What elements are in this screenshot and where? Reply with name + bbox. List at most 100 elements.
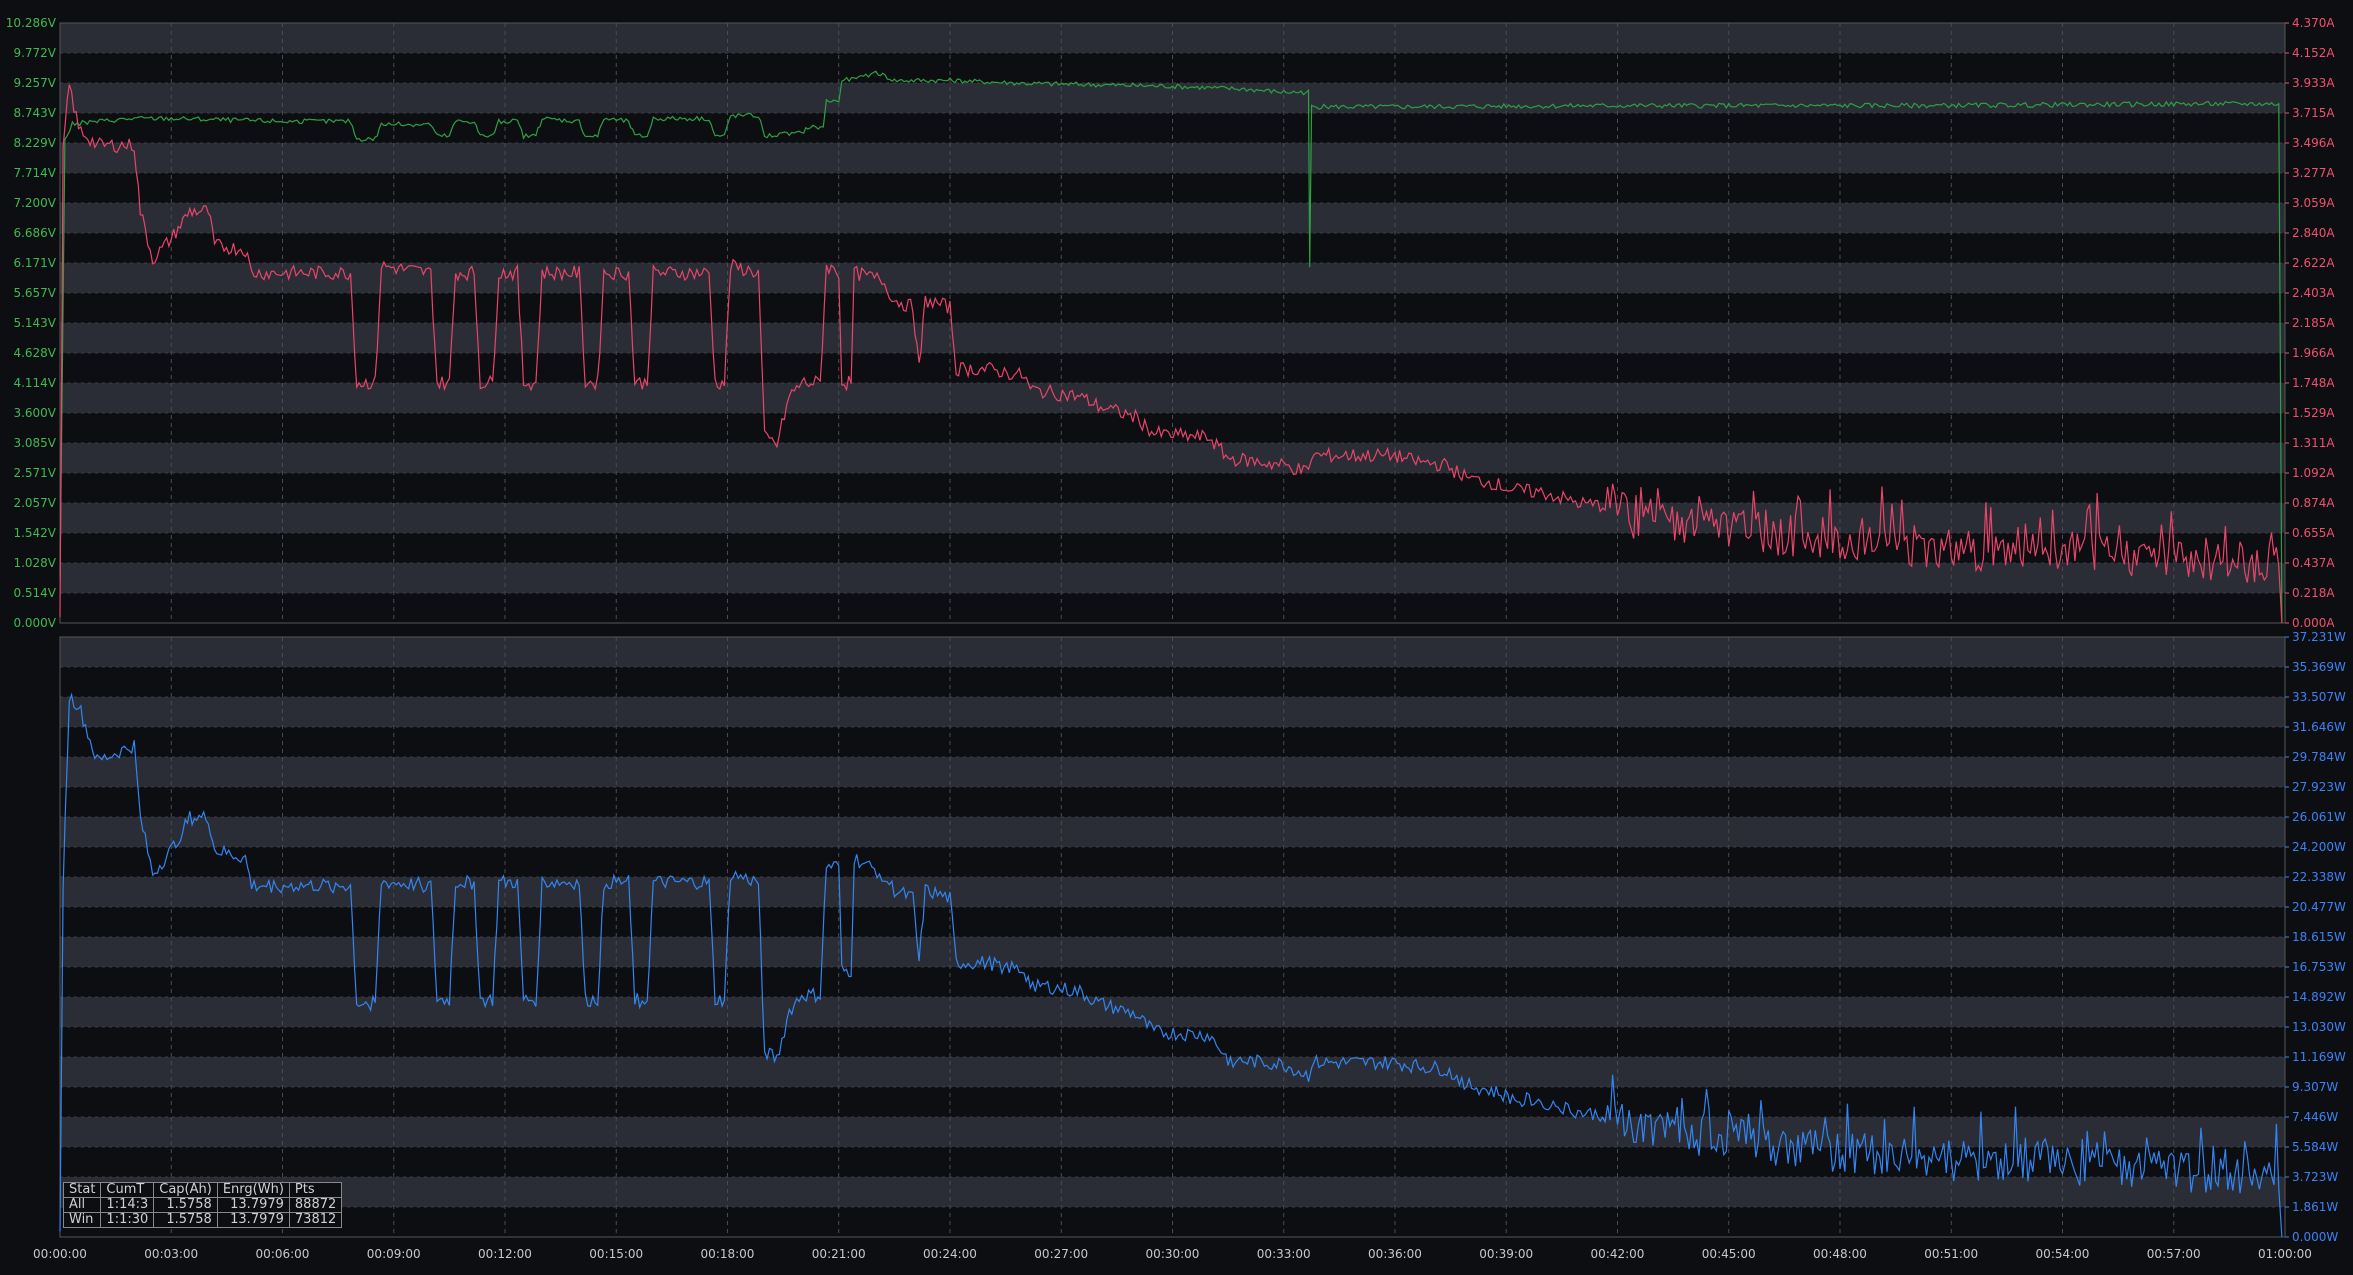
stats-cell: Win — [62, 1212, 102, 1228]
y-tick-label-left: 10.286V — [6, 16, 57, 30]
y-tick-label-right: 2.403A — [2292, 286, 2335, 300]
y-tick-label-left: 7.200V — [13, 196, 56, 210]
y-tick-label-left: 4.114V — [13, 376, 56, 390]
y-tick-label-right: 33.507W — [2292, 690, 2346, 704]
y-tick-label-right: 35.369W — [2292, 660, 2346, 674]
y-tick-label-right: 20.477W — [2292, 900, 2346, 914]
y-tick-label-left: 9.772V — [13, 46, 56, 60]
y-tick-label-right: 31.646W — [2292, 720, 2346, 734]
y-tick-label-right: 9.307W — [2292, 1080, 2338, 1094]
y-tick-label-right: 3.715A — [2292, 106, 2335, 120]
x-tick-label: 00:27:00 — [1034, 1247, 1088, 1261]
y-tick-label-left: 5.143V — [13, 316, 56, 330]
x-tick-label: 01:00:00 — [2258, 1247, 2312, 1261]
y-tick-label-right: 2.840A — [2292, 226, 2335, 240]
y-tick-label-left: 1.028V — [13, 556, 56, 570]
stats-row-all: All 1:14:3 1.5758 13.7979 88872 — [62, 1197, 343, 1213]
y-tick-label-right: 3.059A — [2292, 196, 2335, 210]
x-tick-label: 00:18:00 — [701, 1247, 755, 1261]
x-tick-label: 00:12:00 — [478, 1247, 532, 1261]
y-tick-label-left: 0.000V — [13, 616, 56, 630]
y-tick-label-left: 5.657V — [13, 286, 56, 300]
stats-cell: 13.7979 — [216, 1212, 290, 1228]
x-tick-label: 00:45:00 — [1702, 1247, 1756, 1261]
x-tick-label: 00:39:00 — [1479, 1247, 1533, 1261]
y-tick-label-right: 0.000W — [2292, 1230, 2338, 1244]
y-tick-label-left: 0.514V — [13, 586, 56, 600]
y-tick-label-right: 2.185A — [2292, 316, 2335, 330]
y-tick-label-right: 4.370A — [2292, 16, 2335, 30]
y-tick-label-right: 16.753W — [2292, 960, 2346, 974]
y-tick-label-right: 1.861W — [2292, 1200, 2338, 1214]
x-tick-label: 00:42:00 — [1591, 1247, 1645, 1261]
x-tick-label: 00:48:00 — [1813, 1247, 1867, 1261]
stats-cell: 1.5758 — [153, 1212, 218, 1228]
stats-cell: 1.5758 — [153, 1197, 218, 1213]
y-tick-label-right: 29.784W — [2292, 750, 2346, 764]
x-tick-label: 00:30:00 — [1146, 1247, 1200, 1261]
y-tick-label-left: 8.229V — [13, 136, 56, 150]
stats-cell: All — [62, 1197, 102, 1213]
y-tick-label-right: 4.152A — [2292, 46, 2335, 60]
y-tick-label-right: 26.061W — [2292, 810, 2346, 824]
y-tick-label-left: 6.686V — [13, 226, 56, 240]
y-tick-label-right: 37.231W — [2292, 630, 2346, 644]
y-tick-label-right: 3.933A — [2292, 76, 2335, 90]
y-tick-label-right: 1.529A — [2292, 406, 2335, 420]
y-tick-label-left: 8.743V — [13, 106, 56, 120]
stats-cell: 73812 — [288, 1212, 343, 1228]
y-tick-label-right: 24.200W — [2292, 840, 2346, 854]
stats-table: Stat CumT Cap(Ah) Enrg(Wh) Pts All 1:14:… — [62, 1182, 343, 1228]
y-tick-label-left: 7.714V — [13, 166, 56, 180]
y-tick-label-right: 0.874A — [2292, 496, 2335, 510]
y-tick-label-right: 3.277A — [2292, 166, 2335, 180]
stats-header-cell: Stat — [62, 1182, 102, 1198]
y-tick-label-right: 13.030W — [2292, 1020, 2346, 1034]
power-panel: 37.231W 35.369W 33.507W 31.646W 29.784W 27.92… — [59, 630, 2346, 1244]
y-tick-label-right: 7.446W — [2292, 1110, 2338, 1124]
y-tick-label-left: 3.085V — [13, 436, 56, 450]
x-tick-label: 00:06:00 — [256, 1247, 310, 1261]
y-tick-label-right: 3.496A — [2292, 136, 2335, 150]
stats-cell: 13.7979 — [216, 1197, 290, 1213]
chart-canvas: 10.286V 9.772V 9.257V 8.743V 8.229V 7.714V 7.2… — [6, 16, 2346, 1261]
power-monitor-chart: 10.286V 9.772V 9.257V 8.743V 8.229V 7.714V 7.2… — [0, 0, 2353, 1271]
y-tick-label-left: 1.542V — [13, 526, 56, 540]
y-tick-label-left: 4.628V — [13, 346, 56, 360]
y-tick-label-right: 1.966A — [2292, 346, 2335, 360]
y-tick-label-left: 2.571V — [13, 466, 56, 480]
y-tick-label-right: 2.622A — [2292, 256, 2335, 270]
y-tick-label-right: 27.923W — [2292, 780, 2346, 794]
y-tick-label-right: 22.338W — [2292, 870, 2346, 884]
x-tick-label: 00:03:00 — [144, 1247, 198, 1261]
y-tick-label-right: 14.892W — [2292, 990, 2346, 1004]
y-tick-label-right: 5.584W — [2292, 1140, 2338, 1154]
y-tick-label-left: 3.600V — [13, 406, 56, 420]
stats-cell: 88872 — [288, 1197, 343, 1213]
x-tick-label: 00:57:00 — [2147, 1247, 2201, 1261]
x-tick-label: 00:54:00 — [2036, 1247, 2090, 1261]
stats-cell: 1:1:30 — [100, 1212, 155, 1228]
y-tick-label-right: 0.218A — [2292, 586, 2335, 600]
y-tick-label-right: 0.437A — [2292, 556, 2335, 570]
stats-header-cell: Enrg(Wh) — [216, 1182, 290, 1198]
y-tick-label-right: 1.311A — [2292, 436, 2335, 450]
stats-row-win: Win 1:1:30 1.5758 13.7979 73812 — [62, 1212, 343, 1228]
stats-header-cell: CumT — [100, 1182, 155, 1198]
x-tick-label: 00:00:00 — [33, 1247, 87, 1261]
x-tick-label: 00:51:00 — [1924, 1247, 1978, 1261]
x-tick-label: 00:21:00 — [812, 1247, 866, 1261]
y-tick-label-right: 18.615W — [2292, 930, 2346, 944]
stats-header-cell: Pts — [288, 1182, 343, 1198]
y-tick-label-right: 11.169W — [2292, 1050, 2346, 1064]
y-tick-label-right: 0.655A — [2292, 526, 2335, 540]
y-tick-label-left: 9.257V — [13, 76, 56, 90]
x-tick-label: 00:09:00 — [367, 1247, 421, 1261]
y-tick-label-right: 1.748A — [2292, 376, 2335, 390]
stats-cell: 1:14:3 — [100, 1197, 155, 1213]
x-tick-label: 00:15:00 — [589, 1247, 643, 1261]
stats-header-cell: Cap(Ah) — [153, 1182, 218, 1198]
y-tick-label-left: 2.057V — [13, 496, 56, 510]
y-tick-label-right: 0.000A — [2292, 616, 2335, 630]
x-tick-label: 00:36:00 — [1368, 1247, 1422, 1261]
